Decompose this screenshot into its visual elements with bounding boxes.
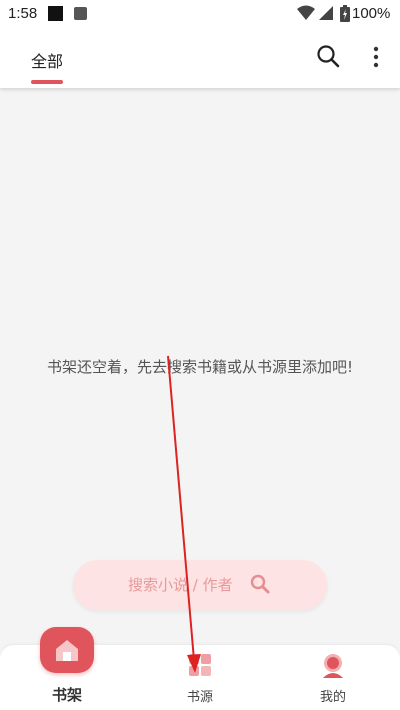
annotation-arrow <box>167 355 201 673</box>
